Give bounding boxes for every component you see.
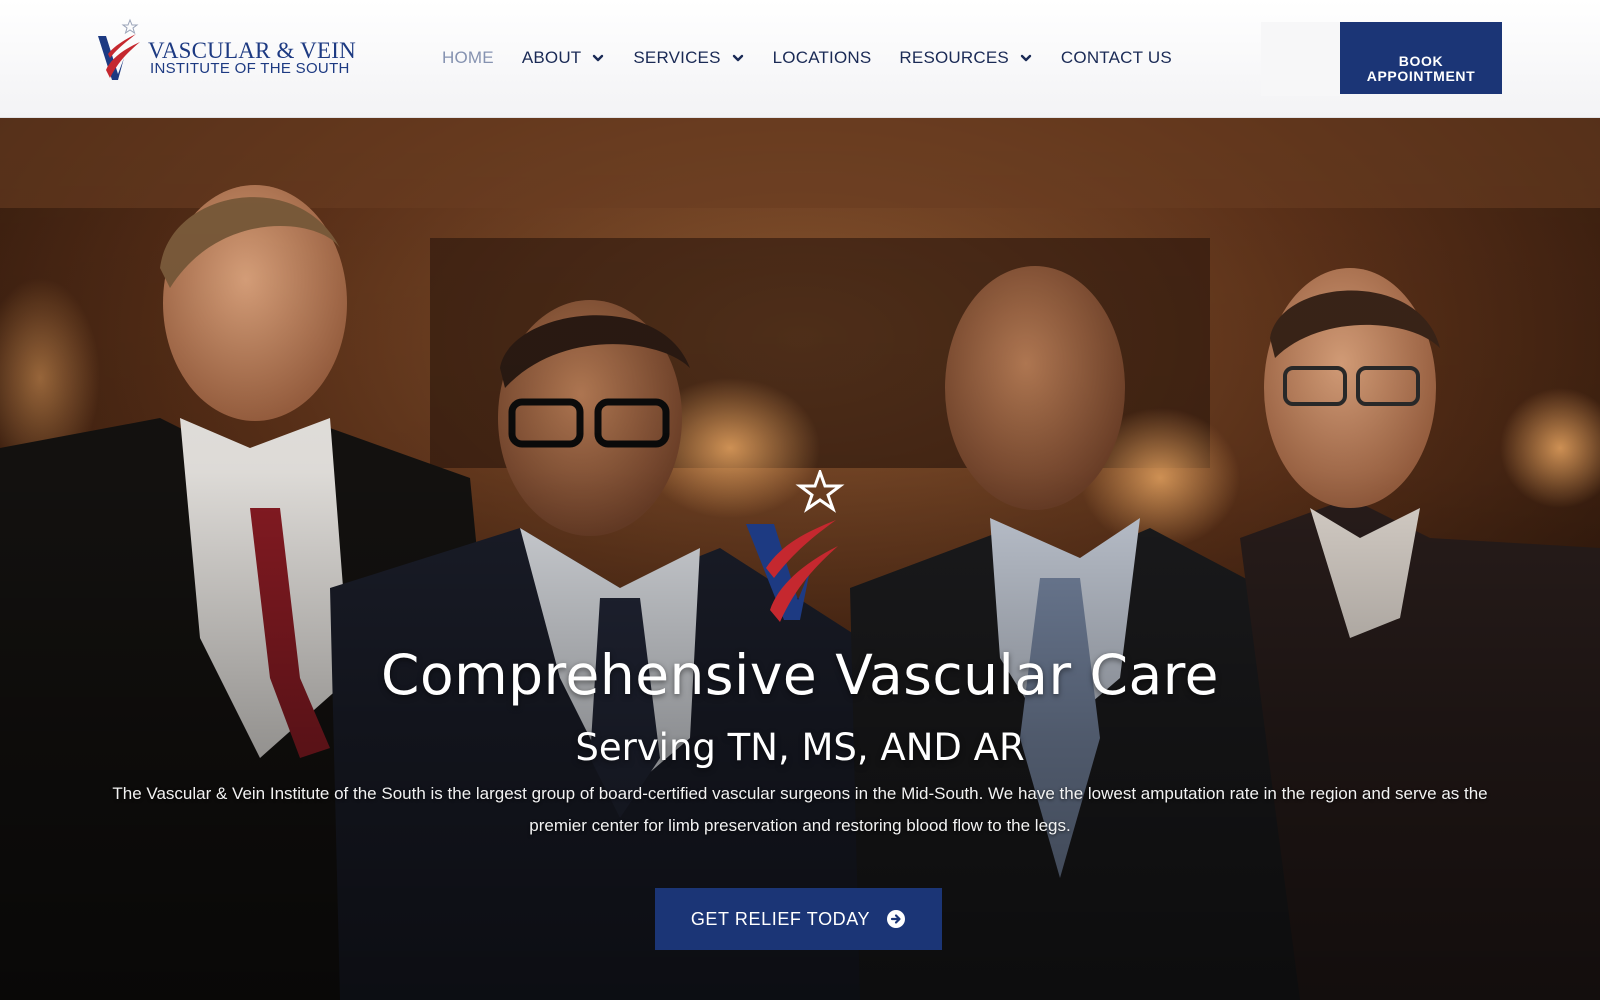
nav-item-contact-us[interactable]: CONTACT US [1061, 48, 1172, 68]
nav-item-label: ABOUT [521, 48, 582, 67]
logo-subtitle: INSTITUTE OF THE SOUTH [150, 60, 350, 77]
nav-item-about[interactable]: ABOUT [522, 48, 606, 68]
cta-label: GET RELIEF TODAY [690, 908, 871, 929]
nav-item-label: RESOURCES [899, 48, 1009, 67]
main-nav: HOME ABOUT SERVICES LOCATIONS RESOURCES … [442, 46, 1172, 70]
nav-item-services[interactable]: SERVICES [633, 48, 744, 68]
site-header: VASCULAR & VEIN INSTITUTE OF THE SOUTH H… [0, 0, 1600, 118]
logo-emblem-icon [98, 18, 140, 80]
arrow-circle-right-icon [887, 910, 906, 928]
chevron-down-icon[interactable] [1019, 51, 1033, 65]
nav-item-home[interactable]: HOME [442, 48, 494, 68]
header-spacer [1261, 22, 1341, 96]
nav-item-label: HOME [442, 48, 494, 67]
nav-item-label: CONTACT US [1060, 48, 1172, 67]
nav-item-resources[interactable]: RESOURCES [899, 48, 1033, 68]
hero-title: Comprehensive Vascular Care [381, 643, 1219, 707]
nav-item-locations[interactable]: LOCATIONS [773, 48, 872, 68]
hero-section: Comprehensive Vascular Care Serving TN, … [0, 118, 1600, 1000]
book-appointment-button[interactable]: BOOK APPOINTMENT [1340, 22, 1502, 94]
site-logo[interactable]: VASCULAR & VEIN INSTITUTE OF THE SOUTH [96, 18, 366, 86]
chevron-down-icon[interactable] [591, 51, 605, 65]
nav-item-label: SERVICES [633, 48, 721, 67]
get-relief-today-button[interactable]: GET RELIEF TODAY [655, 888, 942, 950]
book-button-line2: APPOINTMENT [1366, 67, 1476, 84]
book-button-line1: BOOK [1398, 52, 1444, 69]
brand-emblem-icon [746, 470, 845, 622]
hero-description: The Vascular & Vein Institute of the Sou… [112, 784, 1488, 835]
chevron-down-icon[interactable] [731, 51, 745, 65]
hero-subtitle: Serving TN, MS, AND AR [575, 726, 1025, 769]
nav-item-label: LOCATIONS [772, 48, 872, 67]
